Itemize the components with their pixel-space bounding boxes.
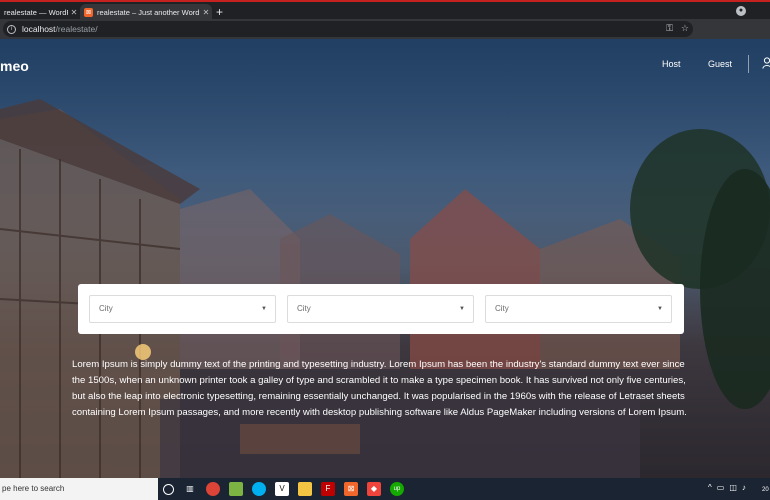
- city-select-value: City: [99, 304, 113, 313]
- star-icon[interactable]: ☆: [681, 23, 689, 34]
- xampp-favicon-icon: ⊠: [84, 8, 93, 17]
- clock-text[interactable]: 20: [762, 487, 769, 493]
- chevron-down-icon: ▼: [261, 306, 267, 312]
- omnibox-icons: ⚿ ☆: [666, 23, 689, 34]
- network-icon[interactable]: ◫: [729, 483, 737, 492]
- site-logo[interactable]: meo: [0, 58, 29, 74]
- chevron-down-icon: ▼: [657, 306, 663, 312]
- city-select-value: City: [297, 304, 311, 313]
- bridge: [240, 424, 360, 454]
- xampp-icon[interactable]: ⊠: [344, 482, 358, 496]
- url-path: /realestate/: [55, 24, 98, 34]
- browser-tab-strip: realestate — WordP ✕ ⊠ realestate – Just…: [0, 0, 770, 21]
- search-card: City ▼ City ▼ City ▼: [78, 284, 684, 334]
- skype-icon[interactable]: [252, 482, 266, 496]
- building-red: [410, 189, 540, 369]
- battery-icon[interactable]: ▭: [717, 483, 725, 492]
- file-explorer-icon[interactable]: [298, 482, 312, 496]
- info-icon[interactable]: i: [7, 24, 16, 34]
- browser-menu-icon[interactable]: ●: [736, 6, 746, 16]
- url-text[interactable]: localhost/realestate/: [22, 24, 98, 34]
- nav-host-link[interactable]: Host: [662, 59, 681, 69]
- vscode-icon[interactable]: V: [275, 482, 289, 496]
- filezilla-icon[interactable]: F: [321, 482, 335, 496]
- tab-title: realestate – Just another WordPr: [97, 8, 200, 17]
- nav-divider: [748, 55, 749, 73]
- address-bar-row: i localhost/realestate/ ⚿ ☆ ☰: [0, 19, 770, 53]
- city-select-3[interactable]: City ▼: [485, 295, 672, 323]
- chrome-icon[interactable]: [206, 482, 220, 496]
- chevron-down-icon: ▼: [459, 306, 465, 312]
- windows-taskbar: pe here to search ▥ V F ⊠ ◆ up ^ ▭ ◫ ♪ 2…: [0, 478, 770, 500]
- new-tab-button[interactable]: +: [216, 5, 223, 19]
- upwork-icon[interactable]: up: [390, 482, 404, 496]
- nav-guest-link[interactable]: Guest: [708, 59, 732, 69]
- notepad-plus-icon[interactable]: [229, 482, 243, 496]
- taskbar-pinned-apps: ▥ V F ⊠ ◆ up: [163, 478, 404, 500]
- intro-paragraph: Lorem Ipsum is simply dummy text of the …: [72, 359, 687, 418]
- close-tab-icon[interactable]: ✕: [68, 8, 80, 17]
- hero-section: meo Host Guest City ▼ City ▼ City ▼ Lore…: [0, 39, 770, 478]
- city-select-2[interactable]: City ▼: [287, 295, 474, 323]
- key-icon[interactable]: ⚿: [666, 23, 673, 34]
- close-tab-icon[interactable]: ✕: [200, 8, 212, 17]
- user-icon[interactable]: [762, 57, 770, 69]
- tab-title: realestate — WordP: [4, 8, 68, 17]
- address-bar[interactable]: i localhost/realestate/ ⚿ ☆: [3, 21, 693, 37]
- task-view-icon[interactable]: ▥: [183, 482, 197, 496]
- volume-icon[interactable]: ♪: [742, 483, 746, 492]
- taskbar-search-box[interactable]: pe here to search: [0, 478, 158, 500]
- url-host: localhost: [22, 24, 56, 34]
- cortana-icon[interactable]: [163, 483, 174, 495]
- anydesk-icon[interactable]: ◆: [367, 482, 381, 496]
- chevron-up-icon[interactable]: ^: [708, 483, 712, 492]
- system-tray: ^ ▭ ◫ ♪: [708, 483, 746, 492]
- city-select-1[interactable]: City ▼: [89, 295, 276, 323]
- city-select-value: City: [495, 304, 509, 313]
